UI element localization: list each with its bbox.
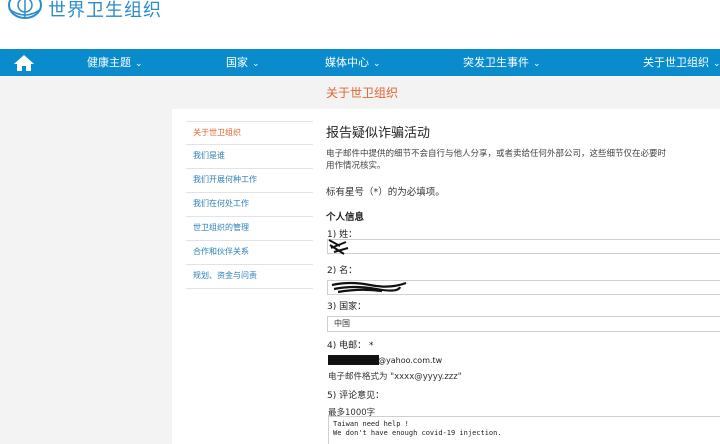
chevron-down-icon: ⌄ xyxy=(713,59,720,69)
sidebar-item-where-we-work[interactable]: 我们在何处工作 xyxy=(186,193,313,217)
required-note: 标有星号（*）的为必填项。 xyxy=(326,187,445,198)
chevron-down-icon: ⌄ xyxy=(373,59,381,69)
nav-item-media-centre[interactable]: 媒体中心 ⌄ xyxy=(325,49,381,76)
email-redaction xyxy=(328,355,379,365)
surname-input[interactable] xyxy=(327,239,720,254)
nav-item-about-who[interactable]: 关于世卫组织 ⌄ xyxy=(643,49,720,76)
intro-text: 电子邮件中提供的细节不会自行与他人分享，或者卖给任何外部公司，这些细节仅在必要时… xyxy=(326,149,667,171)
email-input-value[interactable]: @yahoo.com.tw xyxy=(378,356,442,365)
chevron-down-icon: ⌄ xyxy=(252,59,260,69)
section-heading-personal-info: 个人信息 xyxy=(326,212,365,223)
redaction-scribble xyxy=(331,281,407,294)
sidebar-item-about-who[interactable]: 关于世卫组织 xyxy=(186,121,313,145)
sidebar-nav: 关于世卫组织 我们是谁 我们开展何种工作 我们在何处工作 世卫组织的管理 合作和… xyxy=(186,121,313,289)
nav-home-button[interactable] xyxy=(0,49,48,76)
country-label: 3) 国家： xyxy=(327,302,367,312)
top-bar: 世界卫生组织 xyxy=(0,0,720,49)
nav-item-health-topics[interactable]: 健康主题 ⌄ xyxy=(87,49,143,76)
sidebar-item-partnerships[interactable]: 合作和伙伴关系 xyxy=(186,241,313,265)
email-label: 4) 电邮： * xyxy=(327,341,374,351)
chevron-down-icon: ⌄ xyxy=(533,59,541,69)
home-icon xyxy=(14,54,34,71)
sidebar-item-governance[interactable]: 世卫组织的管理 xyxy=(186,217,313,241)
comment-textarea[interactable]: Taiwan need help ! We don't have enough … xyxy=(328,416,720,444)
left-gutter xyxy=(0,76,172,444)
section-header-title: 关于世卫组织 xyxy=(326,86,399,100)
main-nav: 健康主题 ⌄ 国家 ⌄ 媒体中心 ⌄ 突发卫生事件 ⌄ 关于世卫组织 ⌄ xyxy=(0,49,720,76)
email-format-hint: 电子邮件格式为 "xxxx@yyyy.zzz" xyxy=(328,372,462,382)
required-asterisk: * xyxy=(368,341,374,351)
who-logo[interactable]: 世界卫生组织 xyxy=(6,0,162,26)
sidebar-item-what-we-do[interactable]: 我们开展何种工作 xyxy=(186,169,313,193)
sidebar-item-programme-budget[interactable]: 规划、资金与问责 xyxy=(186,265,313,289)
nav-item-emergencies[interactable]: 突发卫生事件 ⌄ xyxy=(463,49,541,76)
country-select[interactable]: 中国 xyxy=(327,316,720,332)
comment-label: 5) 评论意见： xyxy=(327,391,385,401)
section-header-band xyxy=(172,76,720,109)
chevron-down-icon: ⌄ xyxy=(135,59,143,69)
nav-item-countries[interactable]: 国家 ⌄ xyxy=(226,49,260,76)
sidebar-item-who-we-are[interactable]: 我们是谁 xyxy=(186,145,313,169)
brand-name: 世界卫生组织 xyxy=(48,0,162,21)
redaction-scribble xyxy=(328,239,349,255)
page-title: 报告疑似诈骗活动 xyxy=(326,126,431,141)
given-name-label: 2) 名： xyxy=(327,266,358,276)
un-emblem-icon xyxy=(8,0,42,19)
